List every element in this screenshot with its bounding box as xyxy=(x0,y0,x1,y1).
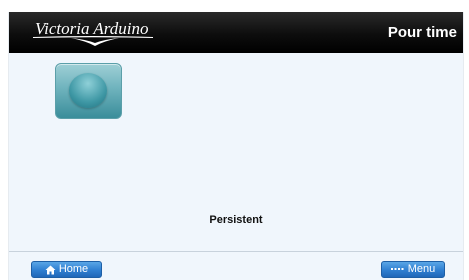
home-button[interactable]: Home xyxy=(31,261,102,278)
top-bar: Victoria Arduino Pour time xyxy=(9,12,463,53)
app-frame: Victoria Arduino Pour time Persistent Ho… xyxy=(8,12,464,280)
status-label: Persistent xyxy=(209,214,263,226)
brand-logo-text: Victoria Arduino xyxy=(35,19,149,38)
circle-icon xyxy=(69,73,107,108)
home-button-label: Home xyxy=(58,263,89,275)
main-content: Persistent xyxy=(9,53,463,251)
menu-button[interactable]: Menu xyxy=(381,261,445,278)
brand-logo-svg: Victoria Arduino xyxy=(33,19,153,46)
page-title: Pour time xyxy=(387,24,457,41)
pour-time-tile-button[interactable] xyxy=(55,63,122,119)
brand-logo: Victoria Arduino xyxy=(31,17,161,47)
menu-button-label: Menu xyxy=(407,263,436,275)
dots-icon xyxy=(390,267,405,273)
home-icon xyxy=(45,265,56,275)
bottom-bar: Home Menu xyxy=(9,252,463,280)
